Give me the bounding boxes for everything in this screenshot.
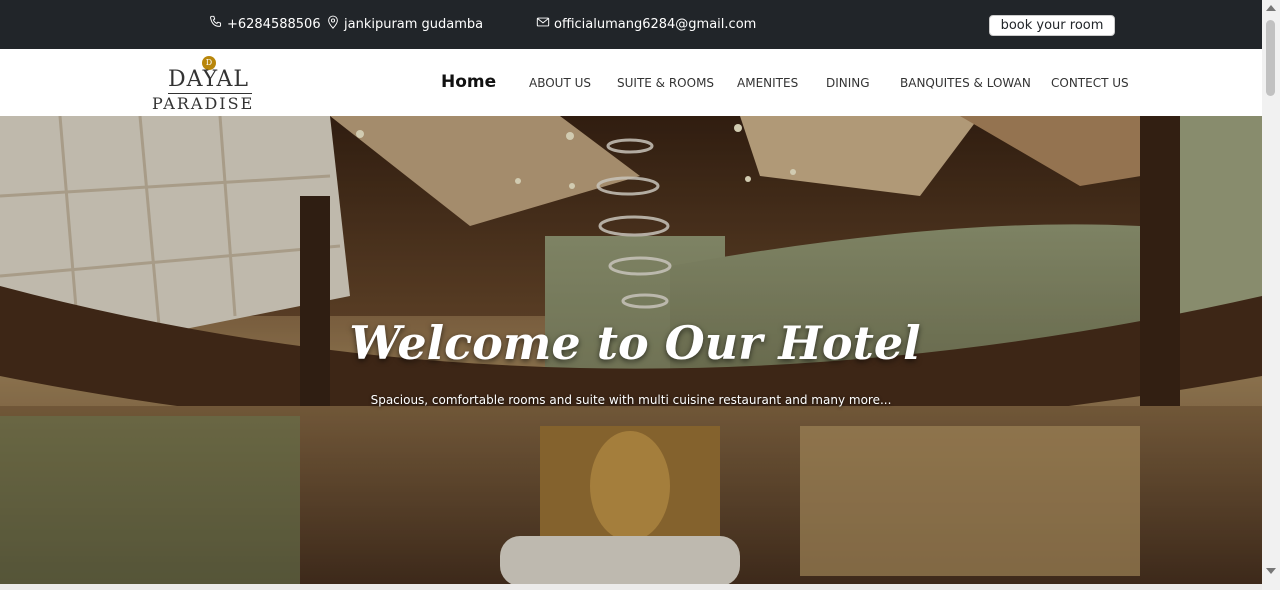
hero-title: Welcome to Our Hotel xyxy=(349,316,921,370)
nav-banquets-lawn[interactable]: BANQUITES & LOWAN xyxy=(900,76,1031,90)
top-contact-bar: +6284588506 jankipuram gudamba officialu… xyxy=(0,0,1262,49)
page: +6284588506 jankipuram gudamba officialu… xyxy=(0,0,1262,590)
nav-amenities[interactable]: AMENITES xyxy=(737,76,798,90)
nav-home[interactable]: Home xyxy=(441,72,496,92)
location-pin-icon xyxy=(326,15,340,33)
logo-line1: DAYAL xyxy=(168,67,249,92)
phone-contact[interactable]: +6284588506 xyxy=(209,15,321,33)
nav-contact-us[interactable]: CONTECT US xyxy=(1051,76,1129,90)
book-room-button[interactable]: book your room xyxy=(989,15,1115,36)
phone-number: +6284588506 xyxy=(227,16,321,32)
hotel-logo[interactable]: D DAYAL PARADISE xyxy=(152,56,270,113)
location-text: jankipuram gudamba xyxy=(344,16,484,32)
page-bottom-edge xyxy=(0,584,1262,590)
nav-dining[interactable]: DINING xyxy=(826,76,870,90)
logo-line2: PARADISE xyxy=(152,94,255,113)
scroll-down-arrow-icon[interactable] xyxy=(1266,568,1276,574)
location-contact[interactable]: jankipuram gudamba xyxy=(326,15,483,33)
phone-icon xyxy=(209,15,223,33)
nav-suite-rooms[interactable]: SUITE & ROOMS xyxy=(617,76,714,90)
nav-about-us[interactable]: ABOUT US xyxy=(529,76,591,90)
email-contact[interactable]: officialumang6284@gmail.com xyxy=(536,15,756,33)
vertical-scrollbar[interactable] xyxy=(1262,0,1280,590)
hero-subtitle: Spacious, comfortable rooms and suite wi… xyxy=(370,393,892,407)
scroll-up-arrow-icon[interactable] xyxy=(1266,5,1276,11)
scrollbar-thumb[interactable] xyxy=(1266,20,1275,96)
envelope-icon xyxy=(536,15,550,33)
main-navbar: D DAYAL PARADISE Home ABOUT US SUITE & R… xyxy=(0,49,1262,116)
hero-banner: Welcome to Our Hotel Spacious, comfortab… xyxy=(0,116,1262,586)
email-text: officialumang6284@gmail.com xyxy=(554,16,757,32)
